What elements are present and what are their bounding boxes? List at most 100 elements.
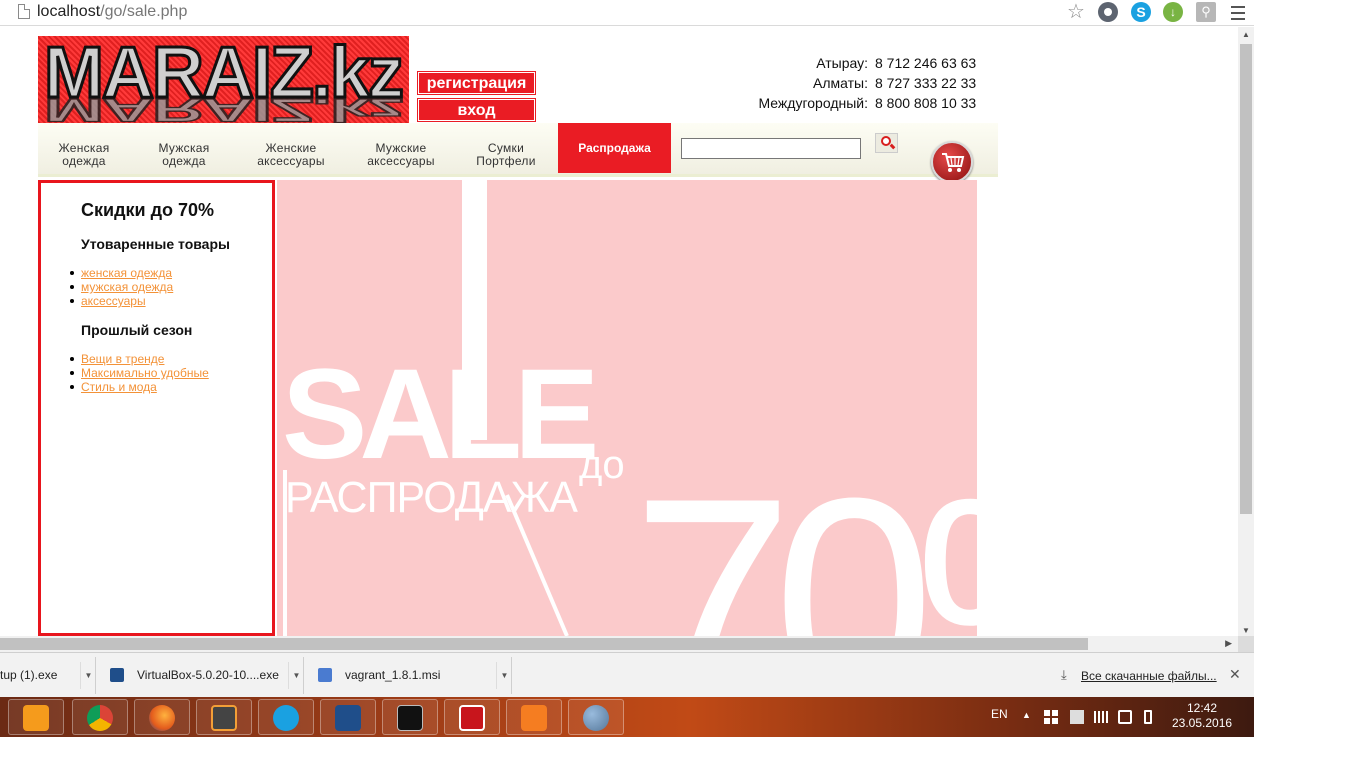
sidebar-link[interactable]: Вещи в тренде [81,352,164,366]
nav-sale[interactable]: Распродажа [558,123,671,173]
tray-expand-icon[interactable]: ▲ [1022,710,1031,720]
windows-taskbar: EN ▲ 12:42 23.05.2016 [0,697,1254,737]
media-player-icon [23,705,49,731]
nav-mens-clothing[interactable]: Мужская одежда [138,123,230,173]
sidebar-link[interactable]: Стиль и мода [81,380,157,394]
taskbar-chrome[interactable] [72,699,128,735]
search-extension-icon[interactable]: ⚲ [1196,2,1216,22]
download-name: VirtualBox-5.0.20-10....exe [137,668,279,682]
skype-icon [273,705,299,731]
url-field[interactable]: localhost/go/sale.php [37,3,187,21]
skype-extension-icon[interactable]: S [1131,2,1151,22]
eye-extension-icon[interactable] [1098,2,1118,22]
desktop-bottom-margin [0,737,1366,768]
scroll-right-icon[interactable]: ▶ [1225,638,1232,649]
scroll-up-icon[interactable]: ▲ [1238,30,1254,39]
system-clock[interactable]: 12:42 23.05.2016 [1172,701,1232,731]
taskbar-firefox[interactable] [134,699,190,735]
banner-sale-word: SALE [282,343,595,486]
nav-line: одежда [62,154,106,168]
nav-line: Женские [265,141,317,155]
browser-address-bar[interactable]: localhost/go/sale.php ☆ S ↓ ⚲ [0,0,1254,26]
battery-icon[interactable] [1144,710,1152,724]
sidebar-link[interactable]: аксессуары [81,294,146,308]
browser-menu-icon[interactable] [1228,2,1248,22]
search-button[interactable] [875,133,898,153]
nav-line: одежда [162,154,206,168]
sale-banner[interactable]: SALE до РАСПРОДАЖА 70% [277,180,977,636]
download-item[interactable]: vagrant_1.8.1.msi ▼ [312,657,512,694]
nav-line: Мужские [375,141,427,155]
taskbar-xampp[interactable] [506,699,562,735]
close-icon[interactable]: ✕ [1229,666,1241,683]
taskbar-skype[interactable] [258,699,314,735]
taskbar-sublime[interactable] [196,699,252,735]
nav-line: Мужская [158,141,210,155]
register-button[interactable]: регистрация [417,71,536,95]
sidebar-link[interactable]: женская одежда [81,266,172,280]
bookmark-star-icon[interactable]: ☆ [1067,2,1087,22]
chevron-down-icon[interactable]: ▼ [288,662,304,689]
nav-womens-accessories[interactable]: Женские аксессуары [243,123,339,173]
list-item: женская одежда [69,266,173,280]
url-host: localhost [37,3,101,20]
paint-icon [583,705,609,731]
contact-phone: 8 712 246 63 63 [875,55,977,71]
msi-file-icon [318,668,332,682]
banner-subtitle: РАСПРОДАЖА [285,473,579,522]
login-button[interactable]: вход [417,98,536,122]
sidebar-link[interactable]: мужская одежда [81,280,173,294]
nav-line: аксессуары [257,154,325,168]
contact-row: Алматы: 8 727 333 22 33 [700,75,978,95]
sidebar-list-stock: женская одежда мужская одежда аксессуары [69,266,173,308]
search-icon-handle [889,143,896,150]
cart-button[interactable] [931,141,973,183]
terminal-icon [397,705,423,731]
windows-icon[interactable] [1044,710,1058,724]
contact-row: Междугородный: 8 800 808 10 33 [700,95,978,115]
scroll-down-icon[interactable]: ▼ [1238,626,1254,635]
all-downloads-link[interactable]: Все скачанные файлы... [1081,669,1217,683]
chevron-down-icon[interactable]: ▼ [80,662,96,689]
taskbar-paint[interactable] [568,699,624,735]
taskbar-app-red[interactable] [444,699,500,735]
taskbar-media-player[interactable] [8,699,64,735]
sidebar-list-season: Вещи в тренде Максимально удобные Стиль … [70,352,209,394]
language-indicator[interactable]: EN [991,707,1008,721]
main-nav: Женская одежда Мужская одежда Женские аксес… [38,123,998,183]
vertical-scroll-thumb[interactable] [1240,44,1252,514]
search-input[interactable] [681,138,861,159]
nav-bags[interactable]: Сумки Портфели [463,123,549,173]
nav-womens-clothing[interactable]: Женская одежда [38,123,130,173]
list-item: мужская одежда [69,280,173,294]
chrome-icon [87,705,113,731]
clock-date: 23.05.2016 [1172,716,1233,730]
nav-line: Женская [58,141,110,155]
download-item[interactable]: tup (1).exe ▼ [0,657,96,694]
taskbar-virtualbox[interactable] [320,699,376,735]
sidebar-link[interactable]: Максимально удобные [81,366,209,380]
virtualbox-file-icon [110,668,124,682]
download-item[interactable]: VirtualBox-5.0.20-10....exe ▼ [104,657,304,694]
contact-city: Алматы: [813,75,868,91]
taskbar-cmd[interactable] [382,699,438,735]
vertical-scrollbar[interactable]: ▲ ▼ [1238,27,1254,636]
firefox-icon [149,705,175,731]
site-logo[interactable]: MARAIZ.kz MARAIZ.kz [38,36,409,123]
clock-time: 12:42 [1186,701,1218,715]
red-app-icon [459,705,485,731]
horizontal-scroll-thumb[interactable] [0,638,1088,650]
contact-phone: 8 727 333 22 33 [875,75,977,91]
volume-icon[interactable] [1118,710,1132,724]
network-icon[interactable] [1070,710,1084,724]
chevron-down-icon[interactable]: ▼ [496,662,512,689]
virtualbox-icon [335,705,361,731]
contact-city: Атырау: [816,55,868,71]
nav-line: Сумки [487,141,525,155]
nav-mens-accessories[interactable]: Мужские аксессуары [353,123,449,173]
signal-icon[interactable] [1094,711,1108,723]
download-extension-icon[interactable]: ↓ [1163,2,1183,22]
sidebar-heading-season: Прошлый сезон [81,322,193,338]
horizontal-scrollbar[interactable]: ▶ [0,636,1238,652]
downloads-bar: tup (1).exe ▼ VirtualBox-5.0.20-10....ex… [0,652,1254,697]
